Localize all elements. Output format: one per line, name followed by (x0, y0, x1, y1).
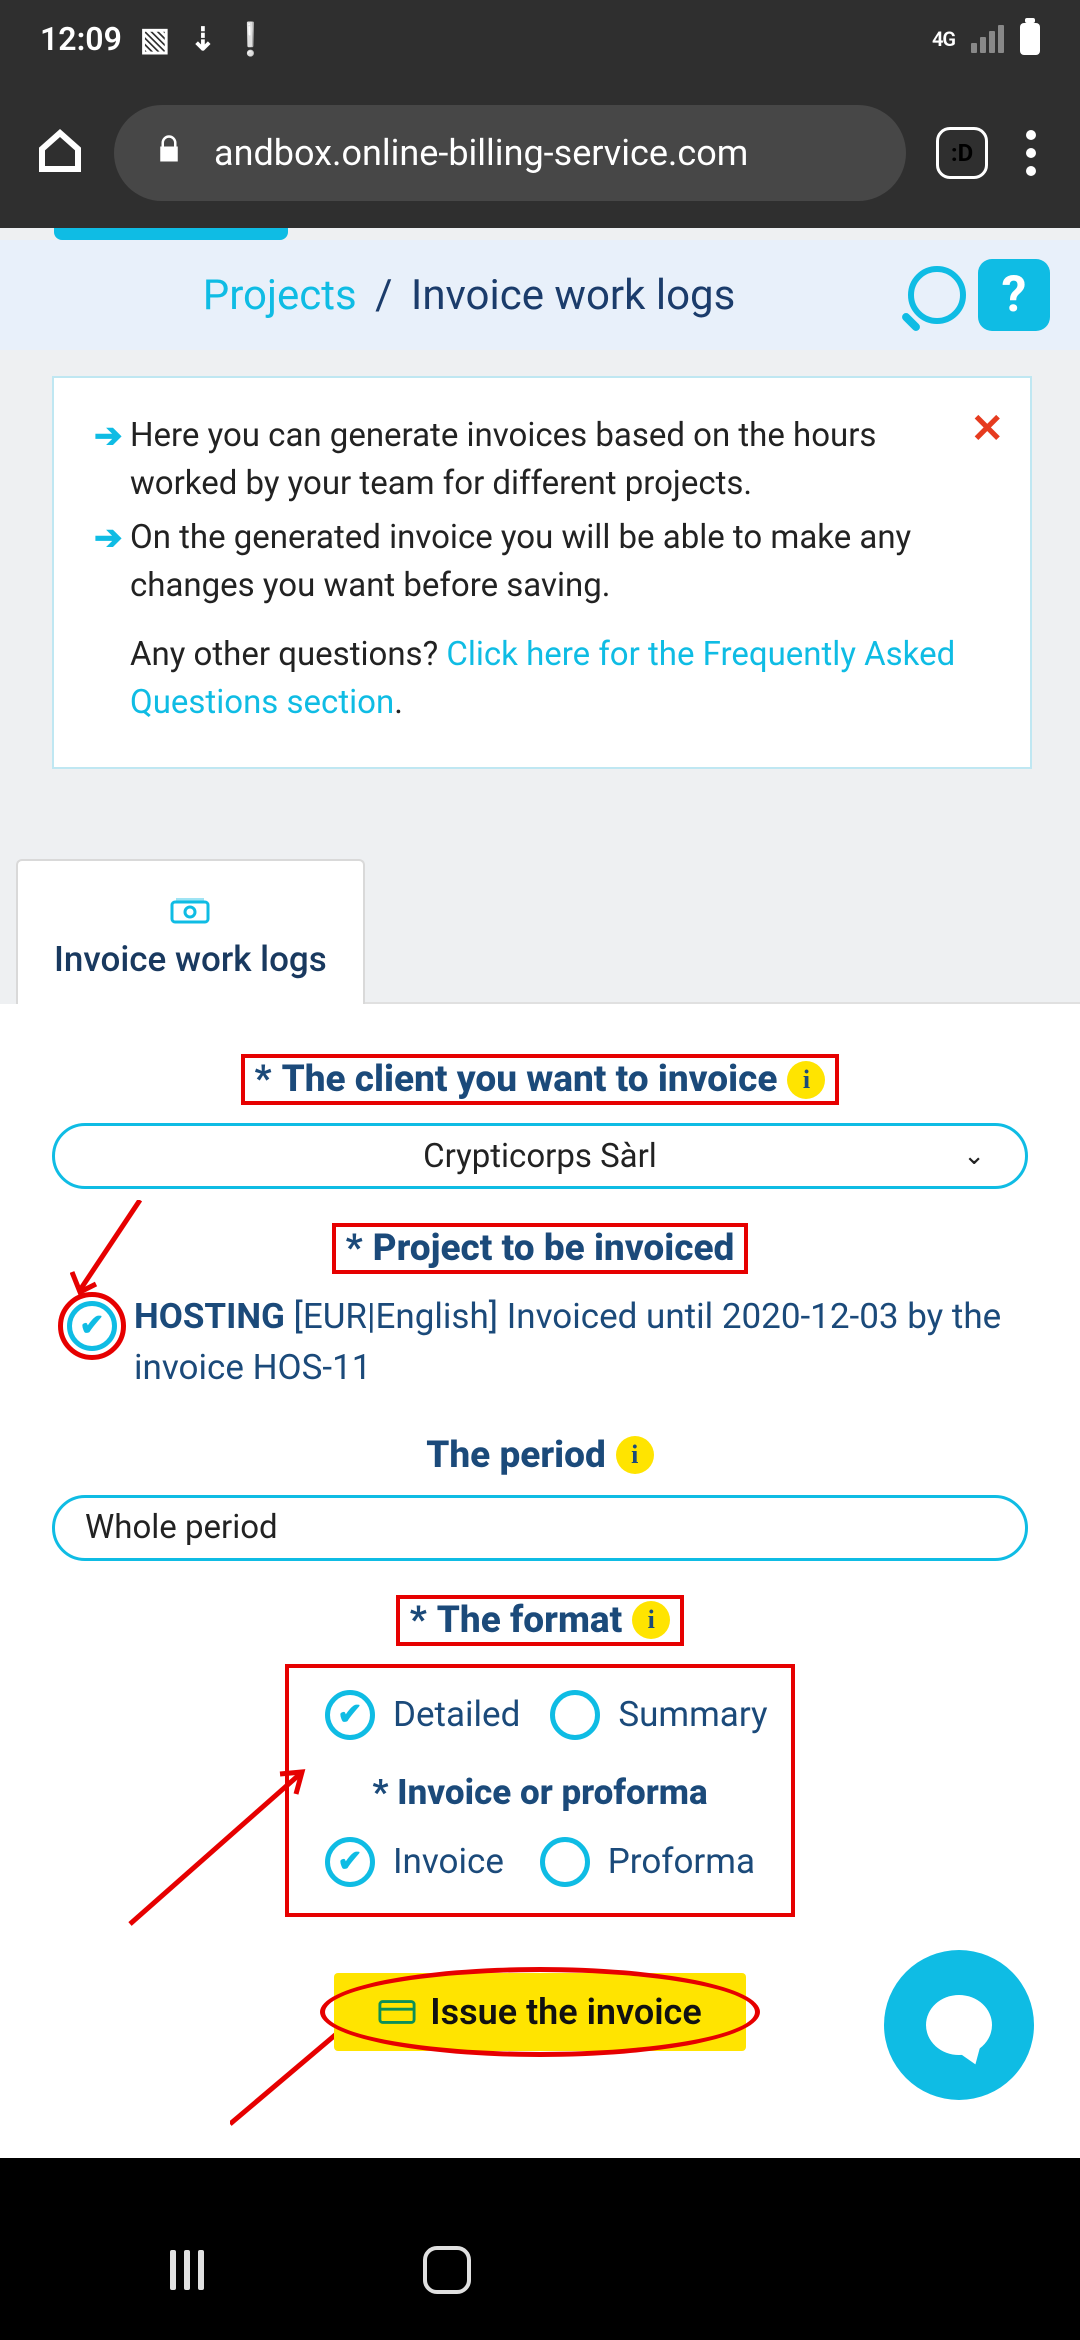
radio-checked-icon: ✔ (325, 1690, 375, 1740)
tab-label: Invoice work logs (54, 939, 327, 980)
option-detailed-label: Detailed (393, 1694, 520, 1735)
chat-bubble-icon (926, 1995, 992, 2055)
required-star: * (255, 1058, 272, 1101)
url-bar[interactable]: andbox.online-billing-service.com (114, 105, 906, 201)
tab-invoice-work-logs[interactable]: Invoice work logs (16, 859, 365, 1004)
breadcrumb-bar: Projects / Invoice work logs ? (0, 240, 1080, 350)
chat-fab-button[interactable] (884, 1950, 1034, 2100)
radio-checked-icon[interactable]: ✔ (67, 1301, 117, 1351)
client-label-box: * The client you want to invoice i (241, 1054, 840, 1105)
chevron-down-icon: ⌄ (963, 1141, 985, 1171)
info-icon[interactable]: i (787, 1061, 825, 1099)
arrow-right-icon: ➔ (94, 514, 122, 610)
overflow-menu-icon[interactable] (1018, 130, 1044, 176)
home-icon[interactable] (36, 127, 84, 179)
period-select[interactable]: Whole period (52, 1495, 1028, 1561)
faq-lead-text: Any other questions? (130, 635, 446, 674)
arrow-right-icon: ➔ (94, 412, 122, 508)
breadcrumb-current: Invoice work logs (411, 271, 735, 320)
image-icon: ▧ (140, 24, 170, 54)
doc-type-label: Invoice or proforma (397, 1772, 707, 1813)
radio-checked-icon: ✔ (325, 1837, 375, 1887)
android-nav-bar (0, 2200, 1080, 2340)
info-line-2: On the generated invoice you will be abl… (130, 514, 990, 610)
signal-bars-icon (971, 25, 1004, 53)
info-banner-area: ✕ ➔ Here you can generate invoices based… (0, 350, 1080, 809)
project-label-box: * Project to be invoiced (332, 1223, 749, 1274)
tab-strip: Invoice work logs (0, 809, 1080, 1004)
option-proforma[interactable]: Proforma (540, 1837, 755, 1887)
project-name: HOSTING (134, 1296, 285, 1337)
option-detailed[interactable]: ✔ Detailed (325, 1690, 520, 1740)
period-label: The period (426, 1434, 606, 1477)
faq-tail: . (394, 683, 403, 722)
info-icon[interactable]: i (632, 1601, 670, 1639)
format-options-box: ✔ Detailed Summary * Invoice or proforma… (285, 1664, 795, 1917)
option-invoice-label: Invoice (393, 1841, 504, 1882)
tab-count-badge[interactable]: :D (936, 127, 988, 179)
info-icon[interactable]: i (616, 1436, 654, 1474)
project-label: Project to be invoiced (373, 1227, 735, 1270)
money-icon (54, 891, 327, 933)
info-line-1: Here you can generate invoices based on … (130, 412, 990, 508)
required-star: * (346, 1227, 363, 1270)
status-time: 12:09 (40, 20, 122, 58)
option-proforma-label: Proforma (608, 1841, 755, 1882)
download-icon: ⇣ (188, 24, 218, 54)
breadcrumb: Projects / Invoice work logs (30, 271, 908, 320)
annotation-circle: ✔ (58, 1292, 126, 1360)
client-value: Crypticorps Sàrl (423, 1137, 657, 1176)
info-banner: ✕ ➔ Here you can generate invoices based… (52, 376, 1032, 769)
lock-icon (154, 132, 184, 175)
help-button[interactable]: ? (978, 259, 1050, 331)
browser-toolbar: andbox.online-billing-service.com :D (0, 78, 1080, 228)
option-summary-label: Summary (618, 1694, 767, 1735)
breadcrumb-separator: / (367, 271, 400, 320)
option-summary[interactable]: Summary (550, 1690, 767, 1740)
client-label: The client you want to invoice (282, 1058, 778, 1101)
issue-invoice-button[interactable]: Issue the invoice (334, 1973, 745, 2051)
url-text: andbox.online-billing-service.com (214, 132, 748, 174)
nav-home-button[interactable] (423, 2246, 471, 2294)
format-label: The format (437, 1599, 623, 1642)
search-icon[interactable] (908, 266, 966, 324)
required-star: * (372, 1772, 388, 1813)
format-label-box: * The format i (396, 1595, 685, 1646)
header-peek (0, 228, 1080, 240)
required-star: * (410, 1599, 427, 1642)
project-option-row[interactable]: ✔ HOSTING [EUR|English] Invoiced until 2… (52, 1292, 1028, 1394)
annotation-oval (320, 1967, 760, 2057)
period-value: Whole period (85, 1508, 278, 1547)
option-invoice[interactable]: ✔ Invoice (325, 1837, 504, 1887)
bottom-black-strip (0, 2158, 1080, 2200)
network-4g-icon: 4G (932, 27, 955, 51)
breadcrumb-link-projects[interactable]: Projects (203, 271, 357, 320)
radio-empty-icon (550, 1690, 600, 1740)
client-select[interactable]: Crypticorps Sàrl ⌄ (52, 1123, 1028, 1189)
android-status-bar: 12:09 ▧ ⇣ ❕ 4G (0, 0, 1080, 78)
nav-recents-button[interactable] (170, 2250, 204, 2290)
close-icon[interactable]: ✕ (970, 400, 1004, 458)
radio-empty-icon (540, 1837, 590, 1887)
battery-icon (1020, 23, 1040, 55)
alert-icon: ❕ (236, 24, 266, 54)
